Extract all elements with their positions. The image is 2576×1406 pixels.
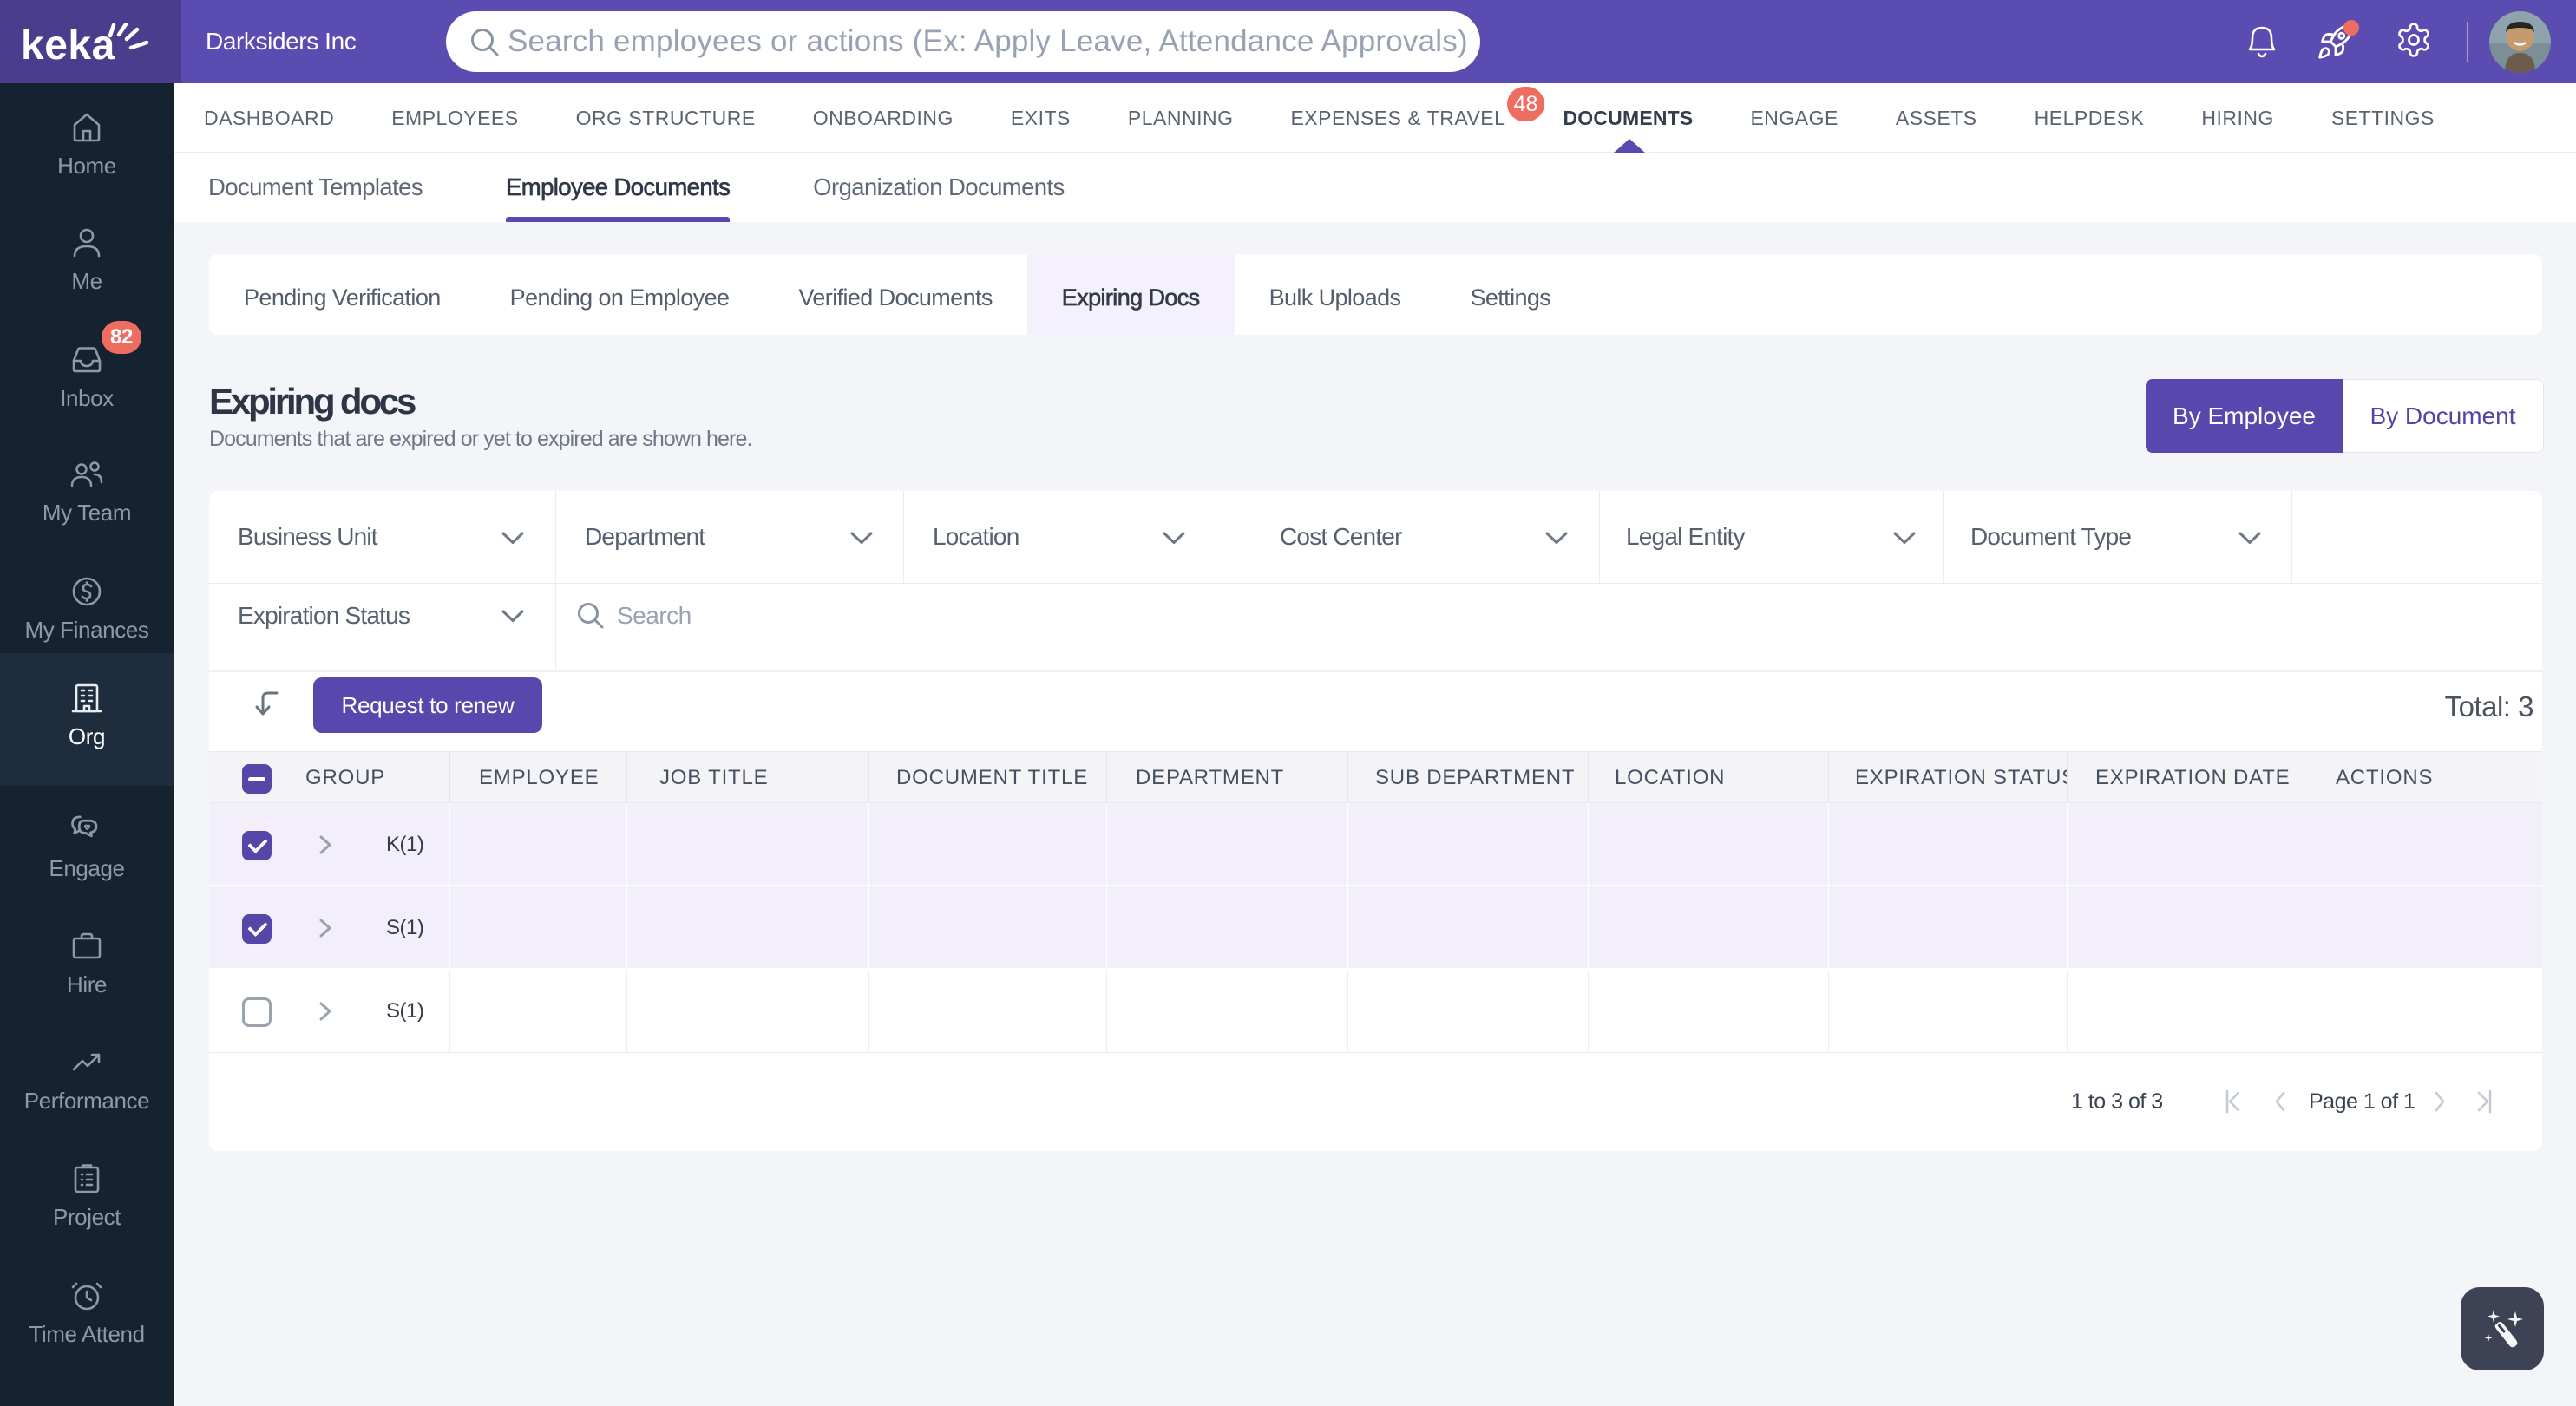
svg-text:keka: keka [21,23,115,68]
